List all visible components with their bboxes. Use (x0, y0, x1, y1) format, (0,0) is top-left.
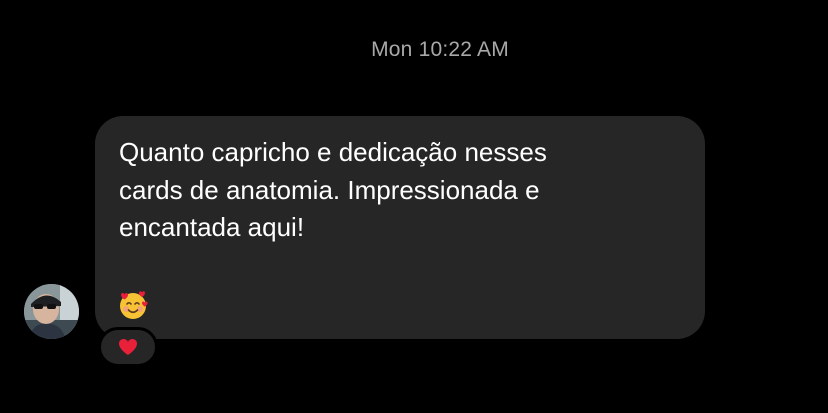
message-text: Quanto capricho e dedicação nesses cards… (119, 137, 547, 242)
heart-reaction[interactable] (98, 327, 158, 367)
smiling-face-with-hearts-icon (120, 291, 148, 319)
message-timestamp: Mon 10:22 AM (371, 38, 509, 61)
avatar-photo (24, 284, 79, 339)
message-bubble[interactable]: Quanto capricho e dedicação nesses cards… (95, 116, 705, 339)
sender-avatar[interactable] (24, 284, 79, 339)
red-heart-icon (119, 339, 137, 355)
